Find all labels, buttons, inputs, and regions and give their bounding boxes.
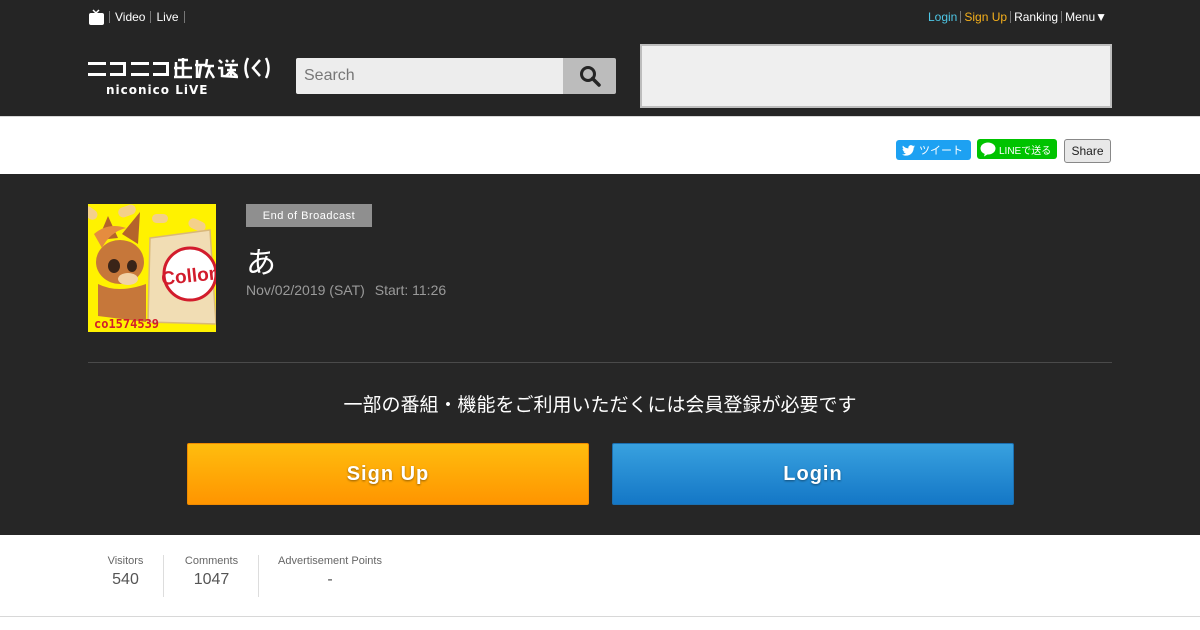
program-stats: Visitors 540 Comments 1047 Advertisement… <box>0 535 1200 617</box>
search-bar <box>296 58 616 94</box>
line-label: LINEで送る <box>999 145 1052 157</box>
svg-text:niconico LiVE: niconico LiVE <box>106 83 208 97</box>
program-title: あ <box>246 246 276 281</box>
nav-separator <box>183 11 185 23</box>
twitter-bird-icon <box>902 144 915 156</box>
stat-value: 1047 <box>193 571 230 588</box>
section-divider <box>88 362 1112 363</box>
menu-dropdown[interactable]: Menu▼ <box>1061 11 1110 23</box>
stat-advertisement-points: Advertisement Points - <box>260 555 400 597</box>
stat-comments: Comments 1047 <box>165 555 259 597</box>
program-panel: Collon co1574539 End of Broadcast あ Nov/… <box>0 174 1200 535</box>
tweet-button[interactable]: ツイート <box>896 140 971 160</box>
registration-notice: 一部の番組・機能をご利用いただくには会員登録が必要です <box>343 394 857 416</box>
site-header: Video Live Login Sign Up Ranking Menu▼ n… <box>0 0 1200 116</box>
header-login-link[interactable]: Login <box>925 11 960 23</box>
line-share-button[interactable]: LINEで送る <box>977 139 1057 159</box>
user-navigation: Login Sign Up Ranking Menu▼ <box>925 8 1110 26</box>
advertisement-banner[interactable] <box>640 44 1112 108</box>
niconico-tv-icon[interactable] <box>88 8 105 26</box>
program-date: Nov/02/2019 (SAT) <box>246 282 365 298</box>
share-bar: ツイート LINEで送る Share <box>0 116 1200 174</box>
program-start-time: Start: 11:26 <box>374 282 447 298</box>
tweet-label: ツイート <box>919 145 963 157</box>
share-button[interactable]: Share <box>1064 139 1111 163</box>
ranking-link[interactable]: Ranking <box>1010 11 1061 23</box>
stat-label: Comments <box>184 555 239 567</box>
stat-value: 540 <box>112 571 139 588</box>
nav-video-link[interactable]: Video <box>109 11 150 23</box>
stat-value: - <box>327 571 333 588</box>
stat-visitors: Visitors 540 <box>88 555 164 597</box>
program-meta: Nov/02/2019 (SAT) Start: 11:26 <box>246 282 446 298</box>
stat-label: Advertisement Points <box>278 555 382 567</box>
broadcast-status-badge: End of Broadcast <box>246 204 372 227</box>
search-icon <box>579 66 601 87</box>
login-button[interactable]: Login <box>612 443 1014 505</box>
niconico-live-logo[interactable]: niconico LiVE <box>88 56 274 98</box>
program-thumbnail[interactable]: Collon co1574539 <box>88 204 216 332</box>
search-input[interactable] <box>296 58 563 94</box>
thumbnail-community-id: co1574539 <box>94 317 159 331</box>
search-button[interactable] <box>563 58 616 94</box>
signup-button[interactable]: Sign Up <box>187 443 589 505</box>
line-icon <box>980 142 996 156</box>
top-navigation: Video Live <box>88 8 185 26</box>
nav-live-link[interactable]: Live <box>150 11 183 23</box>
stat-label: Visitors <box>107 555 144 567</box>
header-signup-link[interactable]: Sign Up <box>960 11 1010 23</box>
